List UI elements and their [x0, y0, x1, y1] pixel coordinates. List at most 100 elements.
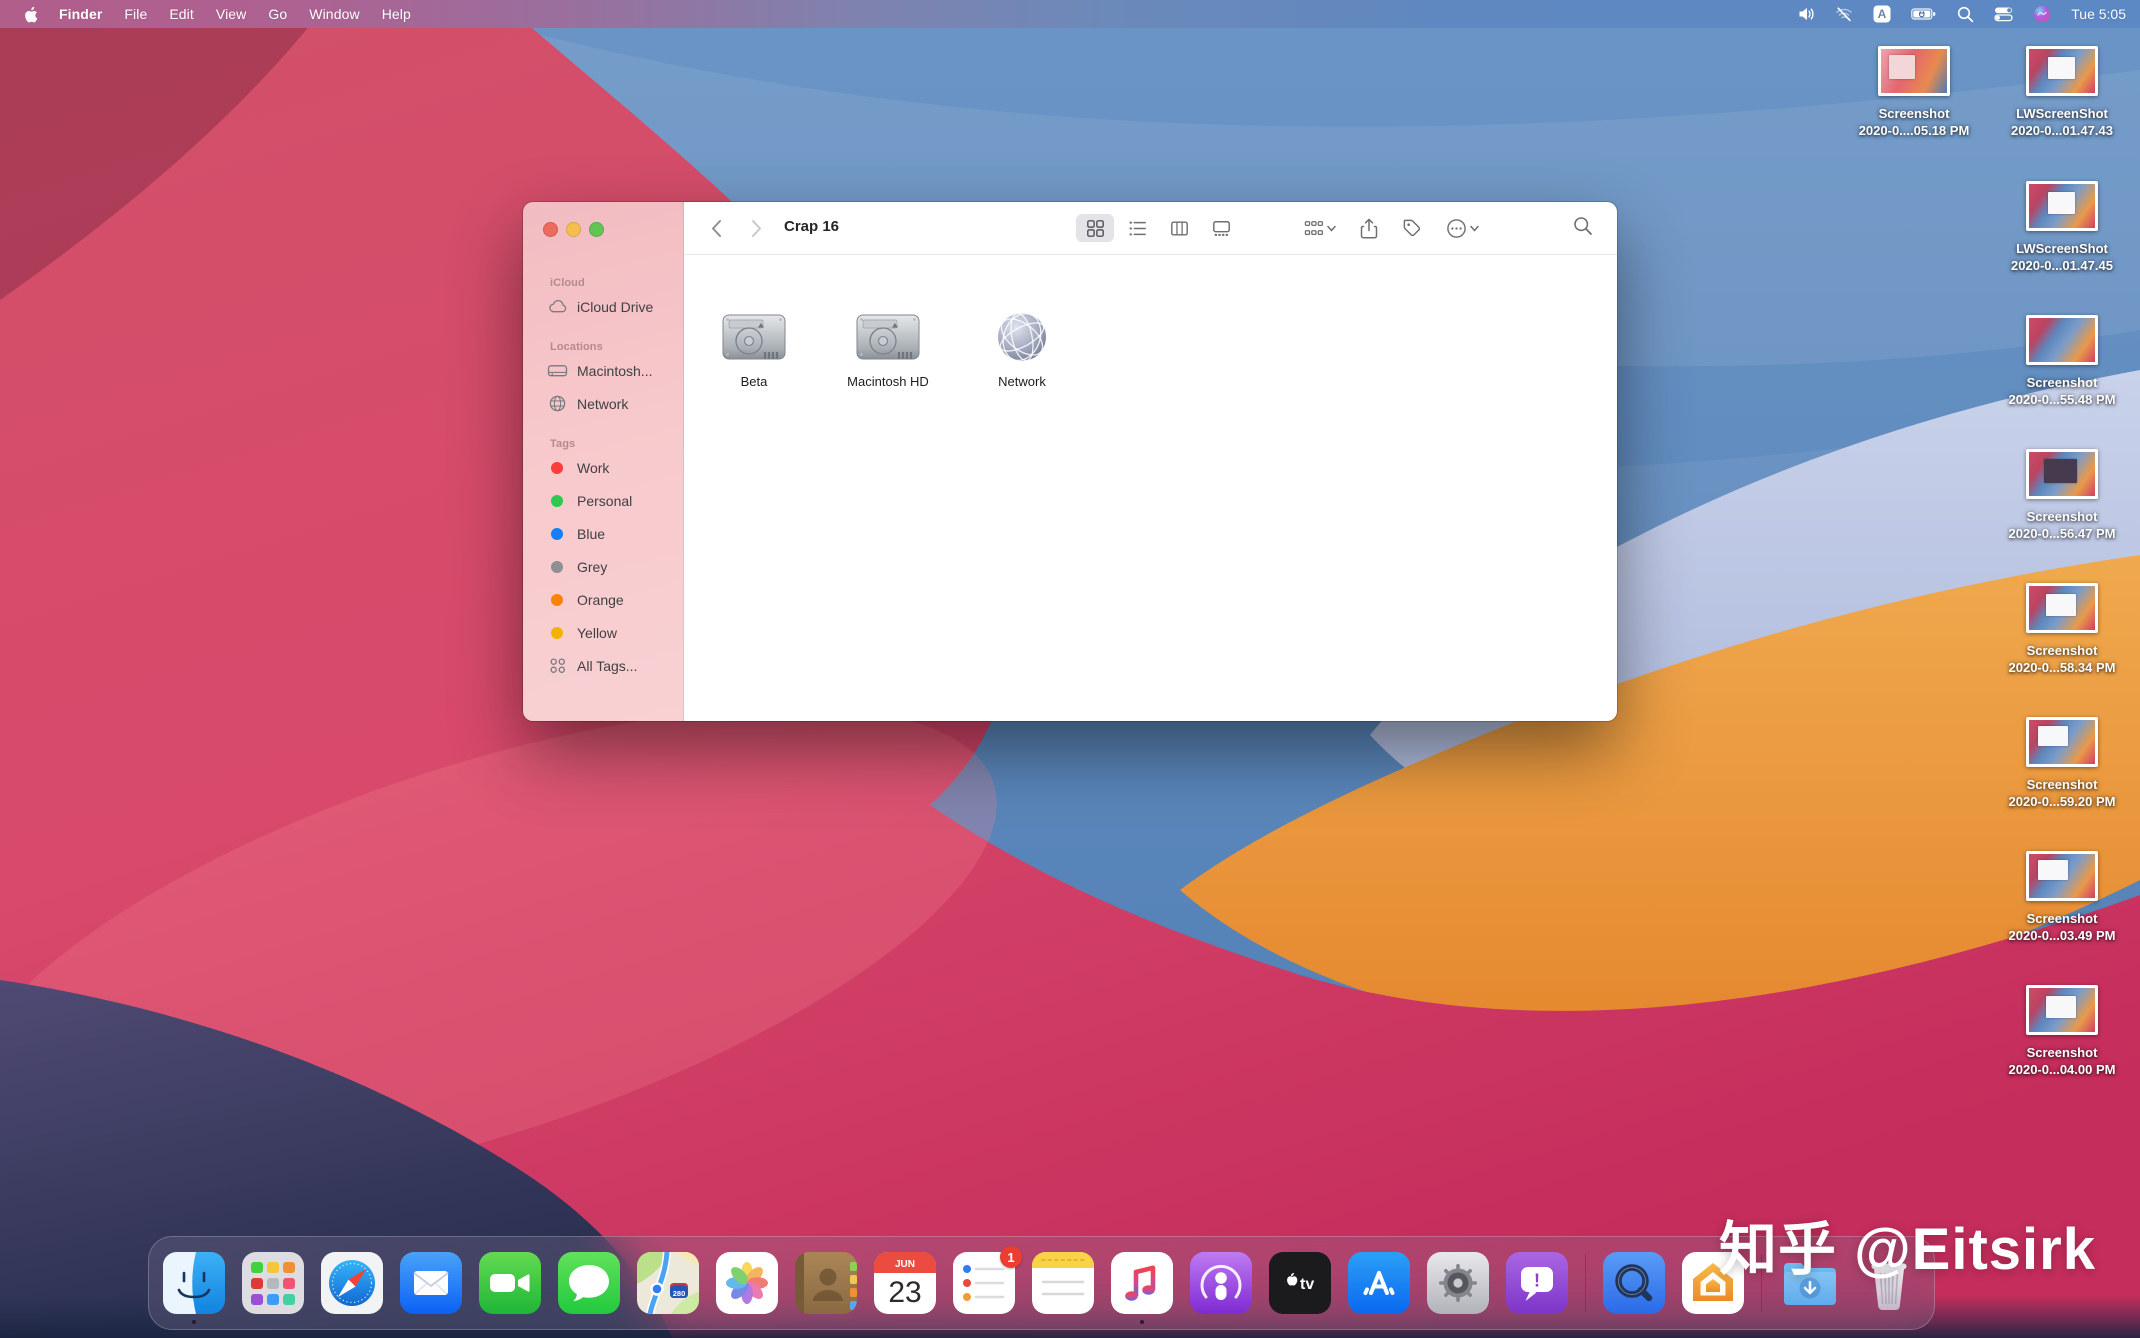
menu-bar-clock[interactable]: Tue 5:05: [2071, 6, 2126, 22]
desktop-icon[interactable]: LWScreenShot2020-0...01.47.45: [1992, 181, 2132, 274]
dock: 280: [148, 1236, 1935, 1330]
hard-drive-icon: [546, 361, 568, 380]
dock-podcasts-icon[interactable]: [1190, 1252, 1252, 1314]
battery-charging-icon[interactable]: [1911, 6, 1937, 22]
window-controls: [523, 202, 683, 237]
dock-apple-tv-icon[interactable]: tv: [1269, 1252, 1331, 1314]
desktop-icon[interactable]: Screenshot2020-0...59.20 PM: [1992, 717, 2132, 810]
menu-bar-status: A: [1797, 5, 2140, 23]
file-name: Screenshot: [1992, 910, 2132, 927]
zoom-button[interactable]: [589, 222, 604, 237]
dock-facetime-icon[interactable]: [479, 1252, 541, 1314]
close-button[interactable]: [543, 222, 558, 237]
desktop-icon[interactable]: Screenshot2020-0....05.18 PM: [1844, 46, 1984, 139]
dock-home-icon[interactable]: [1682, 1252, 1744, 1314]
wifi-off-icon[interactable]: [1835, 6, 1853, 22]
dock-safari-icon[interactable]: [321, 1252, 383, 1314]
dock-notes-icon[interactable]: [1032, 1252, 1094, 1314]
siri-icon[interactable]: [2033, 5, 2051, 23]
file-thumbnail: [1878, 46, 1950, 96]
dock-trash-icon[interactable]: [1858, 1252, 1920, 1314]
sidebar-tag-orange[interactable]: Orange: [523, 583, 683, 616]
menu-item-view[interactable]: View: [205, 6, 258, 22]
sidebar-tag-grey[interactable]: Grey: [523, 550, 683, 583]
finder-sidebar: iCloud iCloud Drive Locations Macintosh.…: [523, 202, 684, 721]
dock-system-preferences-icon[interactable]: [1427, 1252, 1489, 1314]
sidebar-item-macintosh[interactable]: Macintosh...: [523, 354, 683, 387]
sidebar-item-icloud-drive[interactable]: iCloud Drive: [523, 290, 683, 323]
tag-button[interactable]: [1402, 218, 1422, 238]
file-name: Screenshot: [1992, 508, 2132, 525]
svg-text:A: A: [1878, 7, 1887, 21]
desktop-icon[interactable]: Screenshot2020-0...03.49 PM: [1992, 851, 2132, 944]
share-button[interactable]: [1360, 218, 1378, 239]
apple-menu-icon[interactable]: [14, 6, 48, 23]
dock-quicktime-player-icon[interactable]: [1603, 1252, 1665, 1314]
dock-finder-icon[interactable]: [163, 1252, 225, 1314]
dock-downloads-icon[interactable]: [1779, 1252, 1841, 1314]
dock-app-store-icon[interactable]: [1348, 1252, 1410, 1314]
dock-music-icon[interactable]: [1111, 1252, 1173, 1314]
dock-contacts-icon[interactable]: [795, 1252, 857, 1314]
hard-drive-icon: [838, 293, 938, 365]
dock-launchpad-icon[interactable]: [242, 1252, 304, 1314]
svg-text:tv: tv: [1300, 1276, 1314, 1293]
menu-item-file[interactable]: File: [113, 6, 158, 22]
sidebar-tag-blue[interactable]: Blue: [523, 517, 683, 550]
file-thumbnail: [2026, 583, 2098, 633]
forward-button[interactable]: [744, 216, 768, 240]
menu-item-go[interactable]: Go: [257, 6, 298, 22]
menu-item-help[interactable]: Help: [371, 6, 422, 22]
volume-beta[interactable]: Beta: [704, 293, 804, 389]
menu-item-window[interactable]: Window: [298, 6, 370, 22]
sidebar-tag-personal[interactable]: Personal: [523, 484, 683, 517]
dock-photos-icon[interactable]: [716, 1252, 778, 1314]
volume-macintosh-hd[interactable]: Macintosh HD: [838, 293, 938, 389]
file-name: Screenshot: [1992, 776, 2132, 793]
dock-messages-icon[interactable]: [558, 1252, 620, 1314]
sidebar-item-all-tags[interactable]: All Tags...: [523, 649, 683, 682]
dock-calendar-icon[interactable]: JUN 23: [874, 1252, 936, 1314]
sidebar-item-network[interactable]: Network: [523, 387, 683, 420]
group-by-button[interactable]: [1304, 219, 1336, 238]
file-name: Screenshot: [1992, 1044, 2132, 1061]
file-name: LWScreenShot: [1992, 240, 2132, 257]
finder-content: Beta Macintosh HD: [684, 255, 1617, 721]
volume-icon[interactable]: [1797, 6, 1815, 22]
search-button[interactable]: [1573, 216, 1593, 241]
dock-reminders-icon[interactable]: 1: [953, 1252, 1015, 1314]
menu-item-finder[interactable]: Finder: [48, 6, 113, 22]
sidebar-section-locations: Locations: [550, 341, 683, 353]
dock-feedback-assistant-icon[interactable]: !: [1506, 1252, 1568, 1314]
toolbar-actions: [1304, 214, 1479, 242]
volume-network[interactable]: Network: [972, 293, 1072, 389]
desktop-icon[interactable]: LWScreenShot2020-0...01.47.43: [1992, 46, 2132, 139]
menu-bar: Finder File Edit View Go Window Help A: [0, 0, 2140, 28]
chevron-down-icon: [1327, 225, 1336, 232]
desktop-icon[interactable]: Screenshot2020-0...58.34 PM: [1992, 583, 2132, 676]
desktop-icon[interactable]: Screenshot2020-0...04.00 PM: [1992, 985, 2132, 1078]
icon-view-button[interactable]: [1076, 214, 1114, 242]
spotlight-icon[interactable]: [1957, 6, 1974, 23]
menu-bar-left: Finder File Edit View Go Window Help: [0, 6, 422, 23]
menu-item-edit[interactable]: Edit: [158, 6, 205, 22]
back-button[interactable]: [704, 216, 728, 240]
more-actions-button[interactable]: [1446, 218, 1479, 239]
dock-mail-icon[interactable]: [400, 1252, 462, 1314]
input-source-icon[interactable]: A: [1873, 5, 1891, 23]
list-view-button[interactable]: [1118, 214, 1156, 242]
dock-maps-icon[interactable]: 280: [637, 1252, 699, 1314]
desktop-icon[interactable]: Screenshot2020-0...55.48 PM: [1992, 315, 2132, 408]
minimize-button[interactable]: [566, 222, 581, 237]
gallery-view-button[interactable]: [1202, 214, 1240, 242]
control-center-icon[interactable]: [1994, 6, 2013, 22]
dock-divider: [1761, 1254, 1762, 1312]
sidebar-section-tags: Tags: [550, 438, 683, 450]
file-thumbnail: [2026, 717, 2098, 767]
sidebar-tag-work[interactable]: Work: [523, 451, 683, 484]
volume-label: Beta: [704, 374, 804, 389]
column-view-button[interactable]: [1160, 214, 1198, 242]
finder-toolbar: Crap 16: [684, 202, 1617, 255]
sidebar-tag-yellow[interactable]: Yellow: [523, 616, 683, 649]
desktop-icon[interactable]: Screenshot2020-0...56.47 PM: [1992, 449, 2132, 542]
